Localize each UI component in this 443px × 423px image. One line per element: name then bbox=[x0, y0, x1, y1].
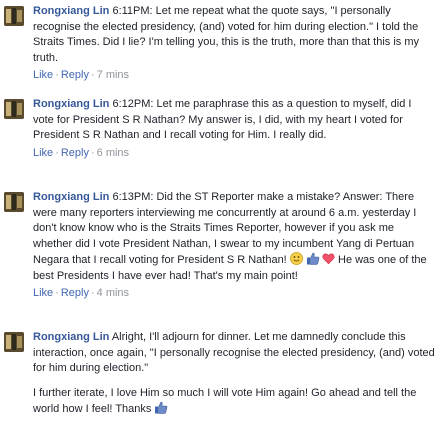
timestamp[interactable]: 6 mins bbox=[97, 147, 129, 159]
comment-text: Rongxiang Lin Alright, I'll adjourn for … bbox=[33, 330, 435, 377]
comment-text: Rongxiang Lin 6:12PM: Let me paraphrase … bbox=[33, 97, 435, 144]
separator: · bbox=[90, 287, 95, 299]
like-link[interactable]: Like bbox=[33, 69, 53, 81]
reply-link[interactable]: Reply bbox=[61, 287, 89, 299]
avatar[interactable] bbox=[4, 332, 24, 352]
comment-body: Rongxiang Lin 6:12PM: Let me paraphrase … bbox=[33, 97, 435, 161]
comment-body: Rongxiang Lin Alright, I'll adjourn for … bbox=[33, 330, 435, 418]
comment-text: Rongxiang Lin 6:11PM: Let me repeat what… bbox=[33, 4, 435, 66]
like-link[interactable]: Like bbox=[33, 287, 53, 299]
comment-feed: Rongxiang Lin 6:11PM: Let me repeat what… bbox=[0, 0, 443, 423]
separator: · bbox=[90, 69, 95, 81]
comment-body: Rongxiang Lin 6:13PM: Did the ST Reporte… bbox=[33, 190, 435, 302]
comment-author[interactable]: Rongxiang Lin bbox=[33, 5, 109, 17]
avatar[interactable] bbox=[4, 6, 24, 26]
comment-message-continued: I further iterate, I love Him so much I … bbox=[33, 386, 417, 416]
timestamp[interactable]: 4 mins bbox=[97, 287, 129, 299]
avatar[interactable] bbox=[4, 192, 24, 212]
comment-author[interactable]: Rongxiang Lin bbox=[33, 98, 109, 110]
thumbs-up-icon bbox=[306, 252, 320, 265]
thumbs-up-icon bbox=[154, 401, 168, 414]
reply-link[interactable]: Reply bbox=[61, 147, 89, 159]
heart-icon bbox=[322, 252, 335, 265]
comment-actions: Like · Reply · 4 mins bbox=[33, 286, 435, 302]
separator: · bbox=[55, 287, 59, 299]
separator: · bbox=[55, 69, 59, 81]
comment-text-paragraph: I further iterate, I love Him so much I … bbox=[33, 386, 435, 418]
comment-actions: Like · Reply · 7 mins bbox=[33, 68, 435, 84]
smile-emoji-icon bbox=[289, 252, 303, 265]
like-link[interactable]: Like bbox=[33, 147, 53, 159]
separator: · bbox=[90, 146, 95, 159]
reply-link[interactable]: Reply bbox=[61, 69, 89, 81]
timestamp[interactable]: 7 mins bbox=[97, 69, 129, 81]
comment-author[interactable]: Rongxiang Lin bbox=[33, 191, 109, 203]
comment-actions: Like · Reply · 6 mins bbox=[33, 146, 435, 162]
comment-author[interactable]: Rongxiang Lin bbox=[33, 331, 109, 343]
avatar[interactable] bbox=[4, 99, 24, 119]
separator: · bbox=[55, 146, 59, 159]
comment-body: Rongxiang Lin 6:11PM: Let me repeat what… bbox=[33, 4, 435, 84]
comment-text: Rongxiang Lin 6:13PM: Did the ST Reporte… bbox=[33, 190, 435, 284]
